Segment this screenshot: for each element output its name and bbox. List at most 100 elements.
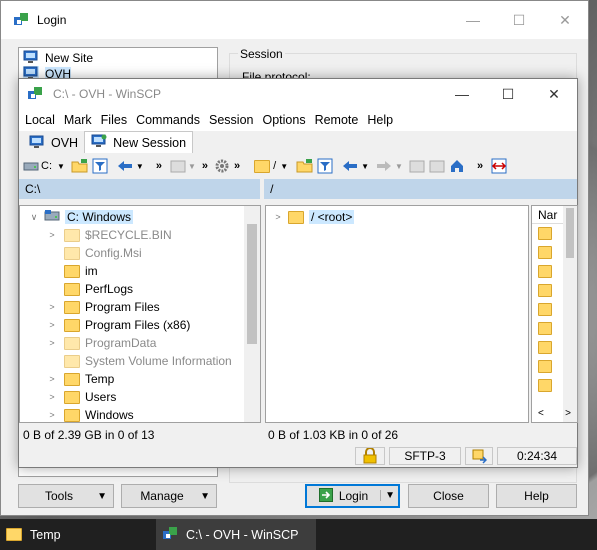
maximize-button[interactable]: ☐ bbox=[496, 1, 542, 39]
tab-ovh[interactable]: OVH bbox=[23, 133, 84, 153]
more-chevron-icon[interactable]: » bbox=[477, 156, 483, 176]
protocol-status: SFTP-3 bbox=[389, 447, 461, 465]
horizontal-scroll-arrows[interactable]: < > bbox=[532, 408, 577, 422]
tree-item[interactable]: > Users bbox=[20, 388, 260, 406]
local-tree-scrollbar[interactable] bbox=[244, 206, 260, 422]
local-tree-root[interactable]: ∨ C: Windows bbox=[20, 208, 260, 226]
maximize-button[interactable]: ☐ bbox=[485, 79, 531, 109]
taskbar-item-temp[interactable]: Temp bbox=[0, 519, 156, 550]
scrollbar-thumb[interactable] bbox=[566, 208, 574, 258]
help-button[interactable]: Help bbox=[496, 484, 577, 508]
remote-list-scrollbar[interactable] bbox=[563, 206, 577, 422]
more-chevron-icon[interactable]: » bbox=[156, 156, 162, 176]
tree-item[interactable]: > Program Files (x86) bbox=[20, 316, 260, 334]
winscp-title: C:\ - OVH - WinSCP bbox=[53, 87, 162, 101]
remote-path-select[interactable]: / ▼ bbox=[273, 156, 288, 176]
chevron-down-icon[interactable]: ▼ bbox=[136, 156, 144, 176]
more-chevron-icon[interactable]: » bbox=[202, 156, 208, 176]
open-folder-icon[interactable] bbox=[296, 156, 314, 176]
filter-icon[interactable] bbox=[92, 156, 108, 176]
tree-item[interactable]: > Program Files bbox=[20, 298, 260, 316]
transfer-queue-icon[interactable] bbox=[465, 447, 493, 465]
tree-item[interactable]: System Volume Information bbox=[20, 352, 260, 370]
menu-session[interactable]: Session bbox=[209, 113, 253, 127]
back-arrow-icon[interactable] bbox=[341, 156, 359, 176]
login-button[interactable]: Login ▼ bbox=[305, 484, 400, 508]
compare-directories-icon[interactable] bbox=[491, 156, 507, 176]
tools-button[interactable]: Tools ▼ bbox=[18, 484, 114, 508]
tab-new-session[interactable]: New Session bbox=[84, 131, 194, 153]
more-chevron-icon[interactable]: » bbox=[234, 156, 240, 176]
local-tree-pane[interactable]: ∨ C: Windows > $RECYCLE.BIN Config.Msi im Pe… bbox=[19, 205, 261, 423]
help-label: Help bbox=[524, 489, 549, 503]
session-tabs: OVH New Session bbox=[19, 131, 577, 153]
minimize-button[interactable]: — bbox=[450, 1, 496, 39]
tree-item[interactable]: > $RECYCLE.BIN bbox=[20, 226, 260, 244]
minimize-button[interactable]: — bbox=[439, 79, 485, 109]
winscp-logo-icon bbox=[162, 525, 178, 544]
chevron-down-icon[interactable]: ▼ bbox=[188, 156, 196, 176]
scrollbar-thumb[interactable] bbox=[247, 224, 257, 344]
parent-folder-icon[interactable] bbox=[409, 156, 425, 176]
winscp-titlebar[interactable]: C:\ - OVH - WinSCP — ☐ ✕ bbox=[19, 79, 577, 109]
close-window-button[interactable]: ✕ bbox=[542, 1, 588, 39]
session-legend: Session bbox=[238, 47, 285, 61]
home-icon[interactable] bbox=[449, 156, 465, 176]
filter-icon[interactable] bbox=[317, 156, 333, 176]
expand-chevron-icon[interactable]: > bbox=[46, 230, 58, 240]
folder-icon bbox=[64, 300, 80, 314]
taskbar-item-label: Temp bbox=[30, 527, 61, 542]
tree-item[interactable]: > Temp bbox=[20, 370, 260, 388]
expand-chevron-icon[interactable]: > bbox=[46, 320, 58, 330]
close-window-button[interactable]: ✕ bbox=[531, 79, 577, 109]
tree-item-label: PerfLogs bbox=[85, 282, 134, 296]
site-item-new-site[interactable]: New Site bbox=[19, 50, 217, 66]
menu-help[interactable]: Help bbox=[367, 113, 393, 127]
menu-mark[interactable]: Mark bbox=[64, 113, 92, 127]
chevron-down-icon[interactable]: ▼ bbox=[361, 156, 369, 176]
open-folder-icon[interactable] bbox=[71, 156, 89, 176]
folder-icon bbox=[64, 282, 80, 296]
panel-status-line: 0 B of 2.39 GB in 0 of 13 0 B of 1.03 KB… bbox=[19, 425, 579, 445]
manage-button[interactable]: Manage ▼ bbox=[121, 484, 217, 508]
folder-icon bbox=[64, 318, 80, 332]
forward-arrow-icon[interactable] bbox=[375, 156, 393, 176]
expand-chevron-icon[interactable]: > bbox=[46, 410, 58, 420]
remote-tree-pane[interactable]: > / <root> bbox=[265, 205, 529, 423]
remote-tree-root[interactable]: > / <root> bbox=[266, 208, 528, 226]
chevron-down-icon[interactable]: ▼ bbox=[395, 156, 403, 176]
session-time: 0:24:34 bbox=[497, 447, 577, 465]
local-root-label: C: Windows bbox=[65, 210, 134, 224]
collapse-chevron-icon[interactable]: ∨ bbox=[28, 212, 40, 223]
scroll-left-icon[interactable]: < bbox=[538, 408, 544, 422]
tree-item[interactable]: > ProgramData bbox=[20, 334, 260, 352]
back-arrow-icon[interactable] bbox=[116, 156, 134, 176]
tree-item[interactable]: PerfLogs bbox=[20, 280, 260, 298]
expand-chevron-icon[interactable]: > bbox=[272, 212, 284, 222]
scroll-right-icon[interactable]: > bbox=[565, 408, 571, 422]
login-icon bbox=[318, 487, 333, 505]
expand-chevron-icon[interactable]: > bbox=[46, 302, 58, 312]
menu-local[interactable]: Local bbox=[25, 113, 55, 127]
parent-folder-icon[interactable] bbox=[170, 156, 186, 176]
root-folder-icon[interactable] bbox=[429, 156, 445, 176]
menu-files[interactable]: Files bbox=[101, 113, 127, 127]
expand-chevron-icon[interactable]: > bbox=[46, 338, 58, 348]
taskbar-item-winscp[interactable]: C:\ - OVH - WinSCP bbox=[156, 519, 316, 550]
close-button[interactable]: Close bbox=[408, 484, 489, 508]
folder-icon bbox=[64, 408, 80, 422]
dropdown-arrow-icon[interactable]: ▼ bbox=[380, 490, 395, 501]
remote-file-list[interactable]: Nar < > bbox=[531, 205, 578, 423]
menu-options[interactable]: Options bbox=[262, 113, 305, 127]
winscp-window: C:\ - OVH - WinSCP — ☐ ✕ Local Mark File… bbox=[18, 78, 578, 468]
tree-item[interactable]: > Windows bbox=[20, 406, 260, 422]
expand-chevron-icon[interactable]: > bbox=[46, 374, 58, 384]
drive-select[interactable]: C: ▼ bbox=[41, 156, 65, 176]
tree-item[interactable]: im bbox=[20, 262, 260, 280]
gear-icon[interactable] bbox=[214, 156, 230, 176]
remote-root-label: / <root> bbox=[309, 210, 355, 224]
tree-item[interactable]: Config.Msi bbox=[20, 244, 260, 262]
menu-commands[interactable]: Commands bbox=[136, 113, 200, 127]
expand-chevron-icon[interactable]: > bbox=[46, 392, 58, 402]
menu-remote[interactable]: Remote bbox=[315, 113, 359, 127]
